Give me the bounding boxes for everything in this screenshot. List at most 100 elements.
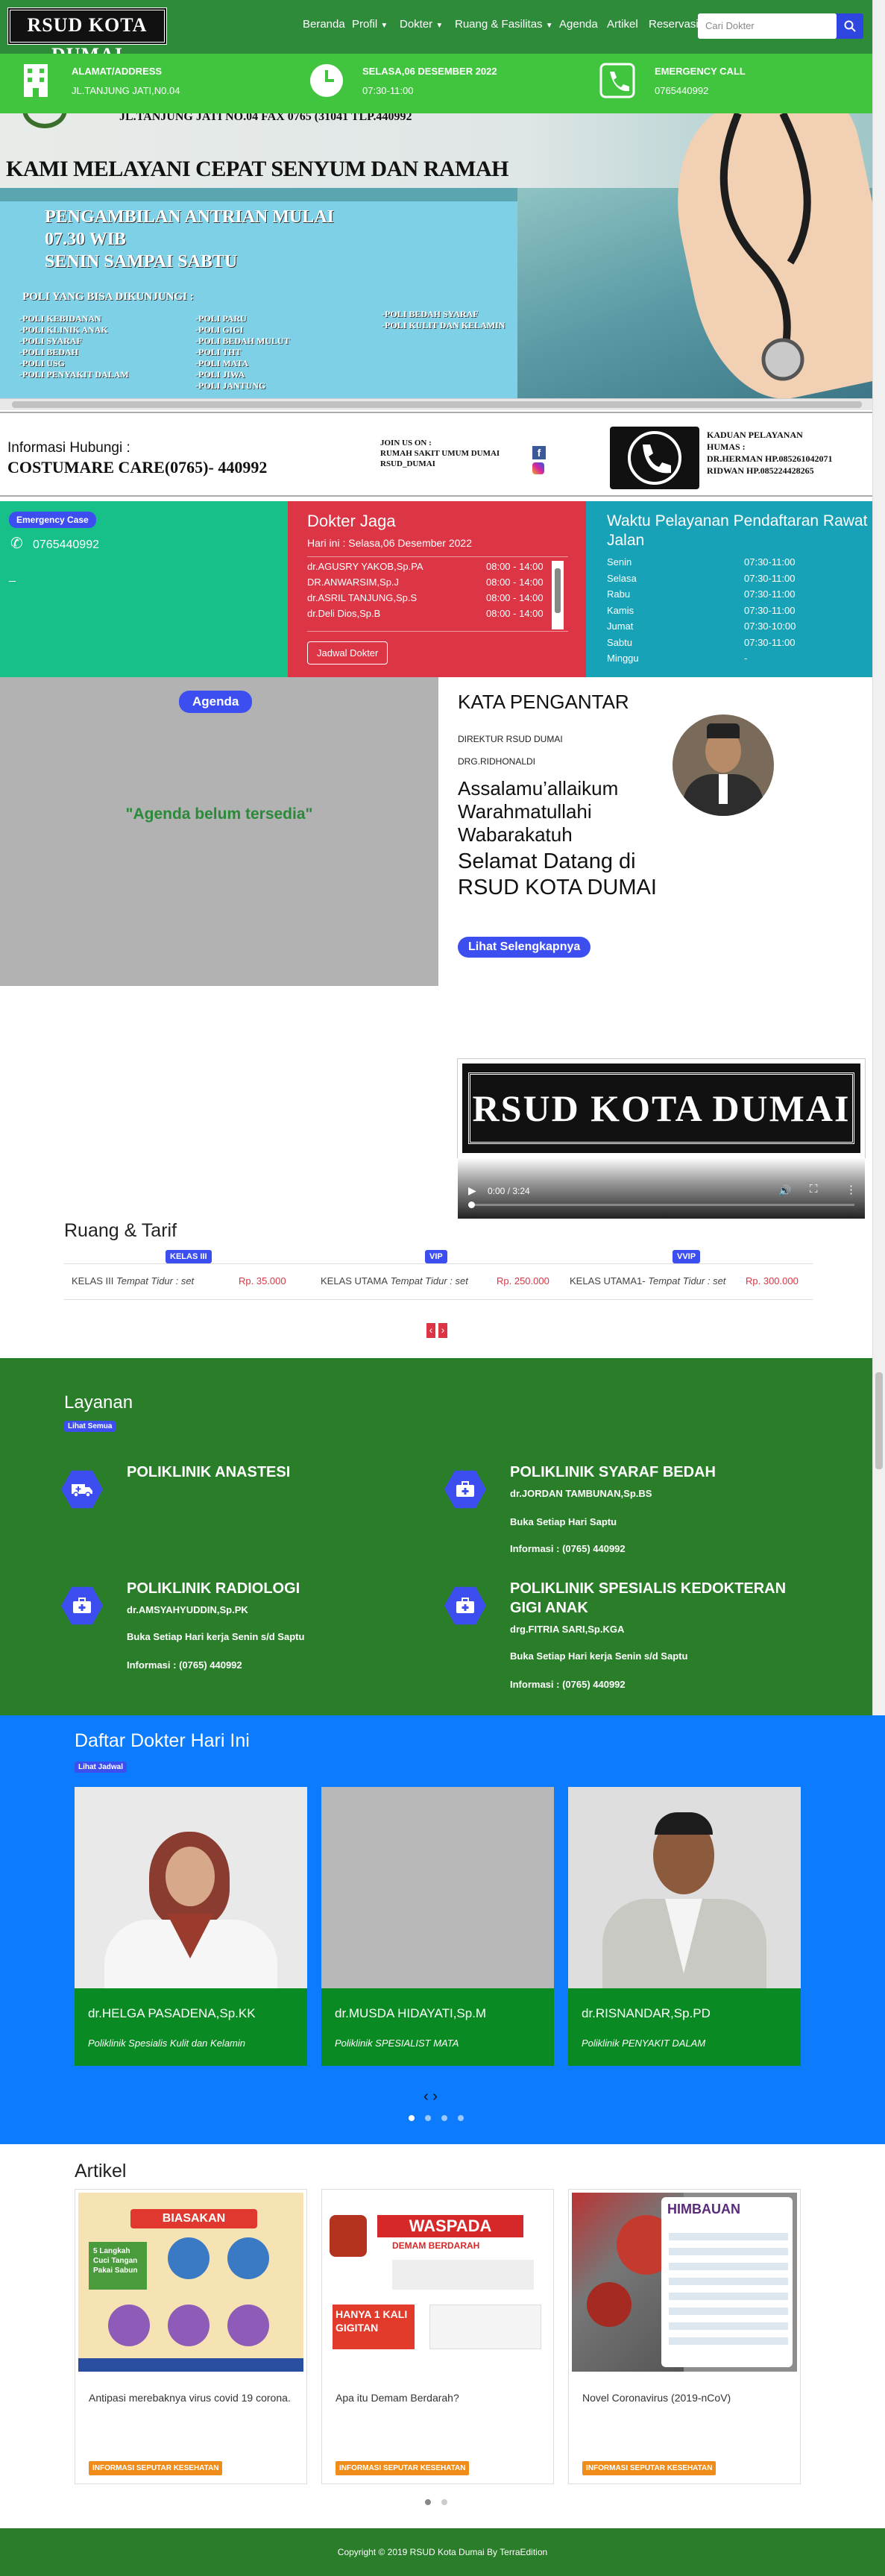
doctor-name: dr.RISNANDAR,Sp.PD <box>582 2006 711 2020</box>
layanan-item-title[interactable]: POLIKLINIK RADIOLOGI <box>127 1579 425 1598</box>
banner-poli-item: -POLI USG <box>19 358 66 368</box>
footer: Copyright © 2019 RSUD Kota Dumai By Terr… <box>0 2528 885 2576</box>
ruang-item-label: Tempat Tidur : set <box>113 1275 195 1287</box>
director-photo <box>673 714 774 816</box>
article-tag[interactable]: INFORMASI SEPUTAR KESEHATAN <box>89 2461 223 2475</box>
carousel-dot[interactable] <box>458 2115 464 2121</box>
nav-dokter[interactable]: Dokter ▼ <box>400 18 443 31</box>
doctor-photo <box>568 1787 801 1988</box>
banner-scrollbar[interactable] <box>0 398 872 410</box>
banner-poli-item: -POLI PARU <box>195 313 247 324</box>
ruang-item[interactable]: KELAS III Tempat Tidur : set <box>72 1275 194 1287</box>
fullscreen-icon[interactable]: ⛶ <box>810 1183 818 1196</box>
ruang-item-price: Rp. 35.000 <box>239 1275 286 1287</box>
dokter-jaga-scrollbar[interactable] <box>552 561 564 629</box>
ruang-tarif-section: Ruang & Tarif KELAS III VIP VVIP KELAS I… <box>0 1220 885 1358</box>
dokter-jaga-name: DR.ANWARSIM,Sp.J <box>307 577 400 588</box>
waktu-day: Rabu <box>607 588 631 600</box>
nav-artikel[interactable]: Artikel <box>607 18 638 31</box>
dokter-lihat-jadwal[interactable]: Lihat Jadwal <box>75 1762 127 1773</box>
scrollbar-thumb[interactable] <box>875 1372 883 1469</box>
article-tag[interactable]: INFORMASI SEPUTAR KESEHATAN <box>336 2461 470 2475</box>
carousel-dot[interactable] <box>441 2499 447 2505</box>
doctor-card[interactable]: dr.MUSDA HIDAYATI,Sp.M Poliklinik SPESIA… <box>321 1787 554 2066</box>
layanan-item-buka: Buka Setiap Hari kerja Senin s/d Saptu <box>510 1650 688 1662</box>
scrollbar-thumb[interactable] <box>12 401 862 408</box>
contact-aduan-title: KADUAN PELAYANAN <box>707 430 803 440</box>
medkit-icon <box>444 1586 486 1625</box>
article-image-title: HIMBAUAN <box>667 2202 740 2217</box>
banner-poli-item: -POLI JIWA <box>195 369 245 380</box>
play-icon[interactable]: ▶ <box>468 1184 476 1197</box>
banner-antrian-2: 07.30 WIB <box>45 230 126 249</box>
emergency-phone[interactable]: 0765440992 <box>33 538 99 552</box>
layanan-item-title[interactable]: POLIKLINIK SYARAF BEDAH <box>510 1463 808 1482</box>
doctor-name: dr.MUSDA HIDAYATI,Sp.M <box>335 2006 487 2020</box>
nav-ruang-fasilitas[interactable]: Ruang & Fasilitas ▼ <box>455 18 553 31</box>
ruang-item[interactable]: KELAS UTAMA Tempat Tidur : set <box>321 1275 468 1287</box>
carousel-dot[interactable] <box>425 2499 431 2505</box>
ruang-item[interactable]: KELAS UTAMA1- Tempat Tidur : set <box>570 1275 725 1287</box>
volume-icon[interactable]: 🔊 <box>778 1184 791 1197</box>
carousel-dot[interactable] <box>409 2115 415 2121</box>
doctor-card[interactable]: dr.RISNANDAR,Sp.PD Poliklinik PENYAKIT D… <box>568 1787 801 2066</box>
waktu-time: 07:30-10:00 <box>744 621 796 632</box>
ruang-tab-vip[interactable]: VIP <box>425 1250 447 1263</box>
ambulance-icon <box>61 1470 103 1509</box>
waktu-day: Senin <box>607 556 632 568</box>
carousel-dot[interactable] <box>441 2115 447 2121</box>
dokter-jaga-time: 08:00 - 14:00 <box>486 561 544 572</box>
info-strip: ALAMAT/ADDRESS JL.TANJUNG JATI,N0.04 SEL… <box>0 54 872 113</box>
site-logo[interactable]: RSUD KOTA DUMAI <box>7 7 167 66</box>
search-button[interactable] <box>837 13 863 39</box>
nav-beranda[interactable]: Beranda <box>303 18 345 31</box>
dokter-carousel-arrows[interactable]: ‹ › <box>423 2088 438 2105</box>
instagram-icon[interactable] <box>532 462 544 474</box>
banner-poli-item: -POLI JANTUNG <box>195 380 266 391</box>
info-hours: 07:30-11:00 <box>362 85 414 96</box>
artikel-title: Artikel <box>75 2161 127 2181</box>
article-card[interactable]: BIASAKAN 5 Langkah Cuci Tangan Pakai Sab… <box>75 2189 307 2484</box>
layanan-item-title[interactable]: POLIKLINIK ANASTESI <box>127 1463 425 1482</box>
article-image-caption: 5 Langkah Cuci Tangan Pakai Sabun <box>89 2242 147 2290</box>
nav-reservasi[interactable]: Reservasi <box>649 18 699 31</box>
ruang-next-button[interactable]: › <box>438 1323 447 1338</box>
nav-dokter-label: Dokter <box>400 18 433 31</box>
banner-poli-col3: -POLI BEDAH SYARAF -POLI KULIT DAN KELAMI… <box>382 309 505 331</box>
article-card[interactable]: WASPADA DEMAM BERDARAH HANYA 1 KALI GIGI… <box>321 2189 554 2484</box>
search-input[interactable]: Cari Dokter <box>698 13 837 39</box>
nav-profil[interactable]: Profil ▼ <box>352 18 388 31</box>
nav-agenda[interactable]: Agenda <box>559 18 598 31</box>
layanan-item-title[interactable]: POLIKLINIK SPESIALIS KEDOKTERAN GIGI ANA… <box>510 1579 808 1618</box>
layanan-lihat-semua[interactable]: Lihat Semua <box>64 1421 116 1432</box>
waktu-day: Sabtu <box>607 636 632 648</box>
carousel-dot[interactable] <box>425 2115 431 2121</box>
video-player[interactable]: RSUD KOTA DUMAI ▶ 0:00 / 3:24 🔊 ⛶ ⋮ <box>457 1058 866 1219</box>
video-progress[interactable] <box>468 1201 854 1208</box>
chevron-down-icon: ▼ <box>380 22 388 30</box>
ruang-tab-vvip[interactable]: VVIP <box>673 1250 701 1263</box>
medkit-icon <box>444 1470 486 1509</box>
facebook-icon[interactable]: f <box>532 446 546 459</box>
contact-banner: Informasi Hubungi : COSTUMARE CARE(0765)… <box>0 412 885 497</box>
contact-ridwan: RIDWAN HP.085224428265 <box>707 465 814 476</box>
article-card[interactable]: HIMBAUAN Novel Coronavirus (2019-nCoV) I… <box>568 2189 801 2484</box>
waktu-pelayanan-panel: Waktu Pelayanan Pendaftaran Rawat Jalan … <box>586 501 885 677</box>
more-icon[interactable]: ⋮ <box>845 1183 857 1196</box>
article-text[interactable]: Novel Coronavirus (2019-nCoV) <box>582 2390 791 2406</box>
page-scrollbar[interactable] <box>872 0 885 1715</box>
article-text[interactable]: Antipasi merebaknya virus covid 19 coron… <box>89 2390 297 2406</box>
banner-poli-item: -POLI KEBIDANAN <box>19 313 101 324</box>
article-tag[interactable]: INFORMASI SEPUTAR KESEHATAN <box>582 2461 716 2475</box>
phone-icon <box>596 60 638 101</box>
jadwal-dokter-button[interactable]: Jadwal Dokter <box>307 641 388 665</box>
ruang-prev-button[interactable]: ‹ <box>426 1323 435 1338</box>
article-text[interactable]: Apa itu Demam Berdarah? <box>336 2390 544 2406</box>
info-emergency-title: EMERGENCY CALL <box>655 66 746 77</box>
article-image-caption: DEMAM BERDARAH <box>392 2240 480 2251</box>
lihat-selengkapnya-button[interactable]: Lihat Selengkapnya <box>458 937 591 958</box>
banner-poli-item: -POLI BEDAH MULUT <box>195 336 290 346</box>
dokter-jaga-time: 08:00 - 14:00 <box>486 592 544 603</box>
doctor-card[interactable]: dr.HELGA PASADENA,Sp.KK Poliklinik Spesi… <box>75 1787 307 2066</box>
ruang-tab-kelas-iii[interactable]: KELAS III <box>166 1250 212 1263</box>
